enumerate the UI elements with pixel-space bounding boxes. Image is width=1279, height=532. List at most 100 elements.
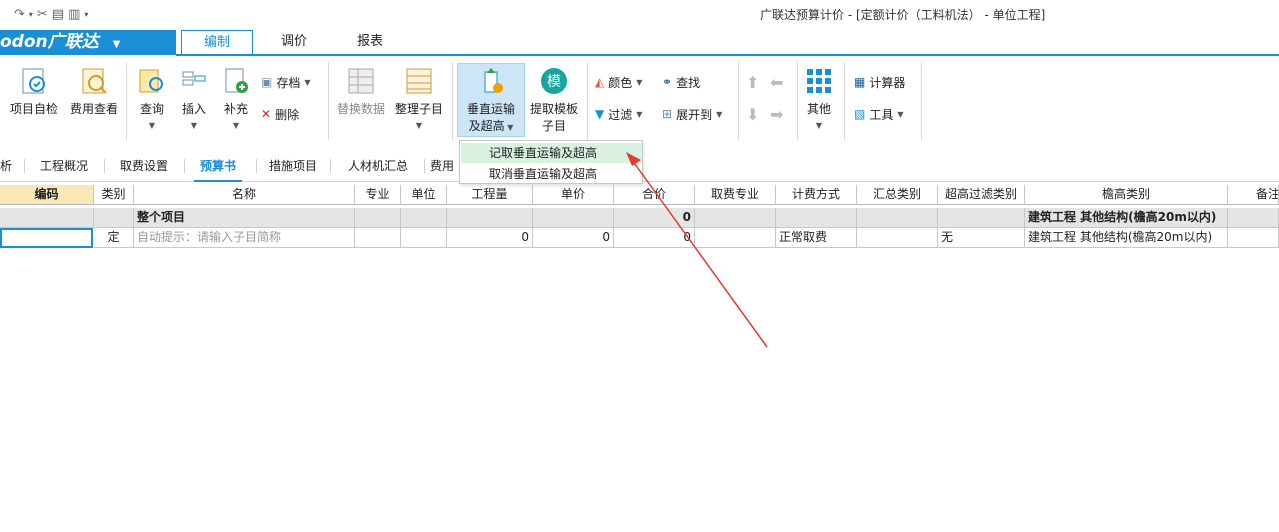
logo-dropdown-icon[interactable]: ▼: [113, 39, 121, 50]
col-header-type[interactable]: 类别: [94, 185, 134, 205]
archive-button[interactable]: ▣ 存档 ▼: [261, 73, 311, 91]
tab-baobiao[interactable]: 报表: [334, 30, 406, 55]
table-row-group[interactable]: 整个项目 0 建筑工程 其他结构(檐高20m以内): [0, 208, 1279, 228]
tab-fee-settings[interactable]: 取费设置: [110, 150, 178, 182]
col-header-unit-price[interactable]: 单价: [533, 185, 614, 205]
tab-separator: [184, 159, 185, 173]
col-header-quantity[interactable]: 工程量: [447, 185, 533, 205]
supplement-button[interactable]: 补充 ▼: [216, 66, 256, 131]
menu-item-apply-vertical-transport[interactable]: 记取垂直运输及超高: [461, 143, 642, 163]
organize-caret-icon: ▼: [415, 121, 423, 130]
group-remarks-cell[interactable]: [1228, 208, 1279, 228]
group-summary-cell[interactable]: [857, 208, 938, 228]
group-unit-price-cell[interactable]: [533, 208, 614, 228]
group-code-cell[interactable]: [0, 208, 94, 228]
insert-button[interactable]: 插入 ▼: [176, 66, 212, 131]
group-unit-cell[interactable]: [401, 208, 447, 228]
copy-icon[interactable]: ▤: [52, 7, 64, 22]
vertical-transport-button[interactable]: 垂直运输 及超高 ▼: [459, 66, 523, 134]
eave-type-cell[interactable]: 建筑工程 其他结构(檐高20m以内): [1025, 228, 1228, 248]
color-icon: ◭: [595, 75, 605, 89]
summary-type-cell[interactable]: [857, 228, 938, 248]
paste-icon[interactable]: ▥: [68, 7, 80, 22]
ribbon-divider: [738, 62, 739, 140]
col-header-remarks[interactable]: 备注: [1228, 185, 1279, 205]
name-cell[interactable]: 自动提示：请输入子目简称: [134, 228, 355, 248]
fee-view-button[interactable]: 费用查看: [66, 66, 122, 117]
extract-template-button[interactable]: 模 提取模板 子目: [527, 66, 581, 134]
query-button[interactable]: 查询 ▼: [132, 66, 172, 131]
type-cell[interactable]: 定: [94, 228, 134, 248]
col-header-eave-type[interactable]: 檐高类别: [1025, 185, 1228, 205]
quantity-cell[interactable]: 0: [447, 228, 533, 248]
tab-measures[interactable]: 措施项目: [262, 150, 324, 182]
calculator-button[interactable]: ▦ 计算器: [854, 73, 905, 91]
col-header-unit[interactable]: 单位: [401, 185, 447, 205]
ribbon-divider: [452, 62, 453, 140]
tab-bianzhi[interactable]: 编制: [181, 30, 253, 55]
expand-icon: ⊞: [662, 107, 673, 121]
menu-item-cancel-vertical-transport[interactable]: 取消垂直运输及超高: [461, 164, 642, 184]
group-type-cell[interactable]: [94, 208, 134, 228]
over-height-filter-cell[interactable]: 无: [938, 228, 1025, 248]
move-down-icon[interactable]: ⬇: [746, 105, 759, 124]
replace-data-button[interactable]: 替换数据: [334, 66, 388, 117]
col-header-total[interactable]: 合价: [614, 185, 695, 205]
col-header-specialty[interactable]: 专业: [355, 185, 401, 205]
specialty-cell[interactable]: [355, 228, 401, 248]
fee-specialty-cell[interactable]: [695, 228, 776, 248]
tab-analysis[interactable]: 析: [0, 150, 12, 182]
table-row[interactable]: 定 自动提示：请输入子目简称 0 0 0 正常取费 无 建筑工程 其他结构(檐高…: [0, 228, 1279, 248]
color-button[interactable]: ◭ 颜色 ▼: [595, 73, 642, 91]
tab-separator: [424, 159, 425, 173]
unit-cell[interactable]: [401, 228, 447, 248]
expand-to-button[interactable]: ⊞ 展开到 ▼: [662, 105, 722, 123]
col-header-fee-method[interactable]: 计费方式: [776, 185, 857, 205]
redo-dropdown-icon[interactable]: ▾: [29, 10, 33, 19]
group-filter-cell[interactable]: [938, 208, 1025, 228]
tab-project-overview[interactable]: 工程概况: [30, 150, 98, 182]
col-header-name[interactable]: 名称: [134, 185, 355, 205]
code-input-cell[interactable]: [0, 228, 93, 248]
cut-icon[interactable]: ✂: [37, 7, 48, 22]
group-name-cell[interactable]: 整个项目: [134, 208, 355, 228]
query-caret-icon: ▼: [148, 121, 156, 130]
filter-button[interactable]: ▼ 过滤 ▼: [595, 105, 642, 123]
grid-apps-icon: [807, 69, 831, 93]
unit-price-cell[interactable]: 0: [533, 228, 614, 248]
move-up-icon[interactable]: ⬆: [746, 73, 759, 92]
total-cell[interactable]: 0: [614, 228, 695, 248]
calculator-icon: ▦: [854, 75, 866, 89]
project-check-button[interactable]: 项目自检: [6, 66, 62, 117]
ribbon-divider: [126, 62, 127, 140]
tab-budget-book[interactable]: 预算书: [188, 150, 248, 182]
find-button[interactable]: ⚭ 查找: [662, 73, 700, 91]
checklist-icon: [22, 68, 45, 94]
tab-fees[interactable]: 费用: [430, 150, 460, 182]
group-eave-cell[interactable]: 建筑工程 其他结构(檐高20m以内): [1025, 208, 1228, 228]
ribbon-tab-row: odon广联达 ▼ 编制 调价 报表: [0, 30, 1279, 55]
col-header-fee-specialty[interactable]: 取费专业: [695, 185, 776, 205]
app-logo[interactable]: odon广联达 ▼: [0, 30, 176, 55]
move-right-icon[interactable]: ➡: [770, 105, 783, 124]
group-total-cell[interactable]: 0: [614, 208, 695, 228]
move-left-icon[interactable]: ⬅: [770, 73, 783, 92]
fee-method-cell[interactable]: 正常取费: [776, 228, 857, 248]
group-fee-specialty-cell[interactable]: [695, 208, 776, 228]
customize-icon[interactable]: ▾: [84, 10, 88, 19]
remarks-cell[interactable]: [1228, 228, 1279, 248]
group-fee-method-cell[interactable]: [776, 208, 857, 228]
tab-labor-material-summary[interactable]: 人材机汇总: [338, 150, 418, 182]
group-specialty-cell[interactable]: [355, 208, 401, 228]
col-header-code[interactable]: 编码: [0, 185, 94, 205]
other-button[interactable]: 其他 ▼: [801, 66, 837, 131]
organize-sub-button[interactable]: 整理子目 ▼: [392, 66, 446, 131]
delete-button[interactable]: ✕ 删除: [261, 105, 299, 123]
redo-icon[interactable]: ↷: [14, 7, 25, 22]
col-header-summary-type[interactable]: 汇总类别: [857, 185, 938, 205]
tools-button[interactable]: ▧ 工具 ▼: [854, 105, 904, 123]
filter-icon: ▼: [595, 107, 605, 121]
group-quantity-cell[interactable]: [447, 208, 533, 228]
col-header-over-height-filter[interactable]: 超高过滤类别: [938, 185, 1025, 205]
tab-tiaojia[interactable]: 调价: [258, 30, 330, 55]
